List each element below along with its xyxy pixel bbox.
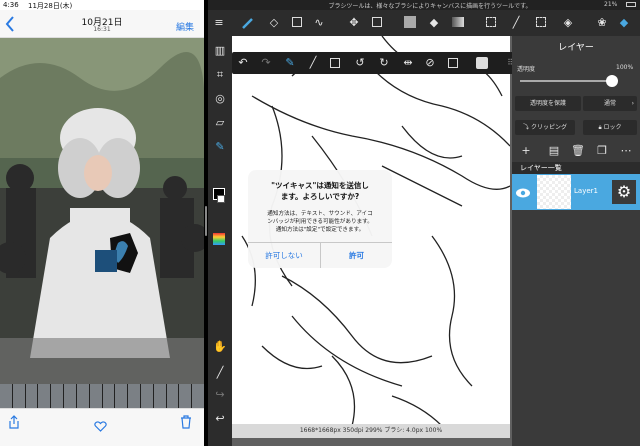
clipping-label: クリッピング <box>530 124 567 131</box>
background-color-swatch[interactable] <box>217 195 225 203</box>
alert-title-line: ます。よろしいですか? <box>280 192 360 201</box>
opacity-label: 透明度 <box>517 66 536 73</box>
lasso-tool-icon[interactable]: ∿ <box>311 16 327 30</box>
color-palette-icon[interactable] <box>213 233 225 245</box>
redo-icon[interactable]: ↷ <box>258 56 274 70</box>
layer-settings-button[interactable]: ⚙ <box>612 180 636 204</box>
eyedropper-icon[interactable]: ╱ <box>212 366 228 380</box>
clip-icon: ⤵ <box>523 124 531 131</box>
opacity-slider-knob[interactable] <box>606 75 618 87</box>
duplicate-layer-icon[interactable]: ❐ <box>594 144 610 158</box>
shape-tool-icon[interactable] <box>292 17 302 27</box>
deny-button[interactable]: 許可しない <box>248 243 320 268</box>
panel-title: レイヤー <box>558 43 594 53</box>
pen-pressure-icon[interactable]: ╱ <box>305 56 321 70</box>
lock-button[interactable]: 🔒︎ ロック <box>583 120 637 135</box>
eye-icon[interactable] <box>515 184 531 203</box>
tool-hint: ブラシツールは、様々なブラシによりキャンバスに描画を行うツールです。 <box>328 3 532 10</box>
allow-button[interactable]: 許可 <box>321 243 392 268</box>
canvas-crop-icon[interactable] <box>330 58 340 68</box>
layer-list-header: レイヤー一覧 <box>512 162 640 174</box>
add-special-layer-icon[interactable]: ▤ <box>546 144 562 158</box>
brush-settings-icon[interactable]: ✎ <box>282 56 298 70</box>
magic-wand-icon[interactable] <box>536 17 546 27</box>
eraser-tool-icon[interactable]: ◇ <box>266 16 282 30</box>
opacity-value: 100% <box>616 64 634 71</box>
layers-icon[interactable]: ◆ <box>616 16 632 30</box>
layer-menu-icon[interactable]: ⋯ <box>618 144 634 158</box>
layer-thumbnail <box>537 175 571 209</box>
page-icon[interactable]: ▥ <box>212 44 228 58</box>
reset-view-icon[interactable] <box>448 58 458 68</box>
photo-time: 16:31 <box>93 26 111 33</box>
protect-alpha-button[interactable]: 透明度を保護 <box>515 96 581 111</box>
transform-tool-icon[interactable] <box>372 17 382 27</box>
alert-message-line: 通知方法は、テキスト、サウンド、アイコ <box>267 211 373 217</box>
blend-mode-select[interactable]: 通常 › <box>583 96 637 111</box>
lock-label: ロック <box>603 124 622 131</box>
trash-icon[interactable] <box>180 414 192 433</box>
undo-icon[interactable]: ↶ <box>235 56 251 70</box>
battery-icon <box>626 2 636 7</box>
alert-message-line: ンバッジが利用できる可能性があります。 <box>267 219 373 225</box>
brush-tool-icon[interactable] <box>240 16 256 34</box>
photo-view[interactable] <box>0 38 204 384</box>
delete-layer-icon[interactable]: 🗑︎ <box>570 144 586 158</box>
alert-title: "ツイキャス"は通知を送信し ます。よろしいですか? <box>252 180 388 202</box>
menu-icon[interactable]: ≡ <box>211 16 227 30</box>
gradient-tool-icon[interactable] <box>452 17 464 27</box>
pen-icon[interactable]: ✎ <box>212 140 228 154</box>
alert-message: 通知方法は、テキスト、サウンド、アイコ ンバッジが利用できる可能性があります。 … <box>252 210 388 234</box>
divider-handle[interactable] <box>205 206 207 236</box>
no-snap-icon[interactable]: ⊘ <box>422 56 438 70</box>
heart-icon[interactable] <box>94 417 107 436</box>
ruler-icon[interactable]: ▱ <box>212 116 228 130</box>
canvas-status: 1668*1668px 350dpi 299% ブラシ: 4.0px 100% <box>232 424 510 438</box>
material-icon[interactable]: ❀ <box>594 16 610 30</box>
rotate-right-icon[interactable]: ↻ <box>376 56 392 70</box>
clipping-button[interactable]: ⤵ クリッピング <box>515 120 575 135</box>
select-eraser-icon[interactable]: ◈ <box>560 16 576 30</box>
rotate-icon[interactable]: ◎ <box>212 92 228 106</box>
rotate-left-icon[interactable]: ↺ <box>352 56 368 70</box>
blend-mode-value: 通常 <box>603 100 616 107</box>
thumbnail-strip[interactable] <box>0 384 204 408</box>
layer-name: Layer1 <box>574 187 598 195</box>
opacity-slider-track[interactable] <box>520 80 610 82</box>
flip-icon[interactable]: ⇹ <box>400 56 416 70</box>
snap-icon[interactable]: ⌗ <box>212 68 228 82</box>
undo-icon[interactable]: ↩ <box>212 412 228 426</box>
gear-icon: ⚙ <box>616 182 632 201</box>
battery-level: 21% <box>604 1 618 8</box>
share-icon[interactable] <box>8 414 20 433</box>
fill-icon[interactable] <box>476 57 488 69</box>
alert-title-line: "ツイキャス"は通知を送信し <box>271 181 369 190</box>
add-layer-icon[interactable]: + <box>518 144 534 158</box>
redo-icon[interactable]: ↪ <box>212 388 228 402</box>
eyedropper-tool-icon[interactable]: ╱ <box>508 16 524 30</box>
fill-color-icon[interactable] <box>404 16 416 28</box>
chevron-right-icon: › <box>631 100 634 107</box>
hand-icon[interactable]: ✋ <box>212 340 228 354</box>
edit-button[interactable]: 編集 <box>176 20 194 33</box>
select-tool-icon[interactable] <box>486 17 496 27</box>
bucket-tool-icon[interactable]: ◆ <box>426 16 442 30</box>
status-time: 4:36 <box>3 1 19 9</box>
alert-message-line: 通知方法は"設定"で設定できます。 <box>275 227 365 233</box>
move-tool-icon[interactable]: ✥ <box>346 16 362 30</box>
